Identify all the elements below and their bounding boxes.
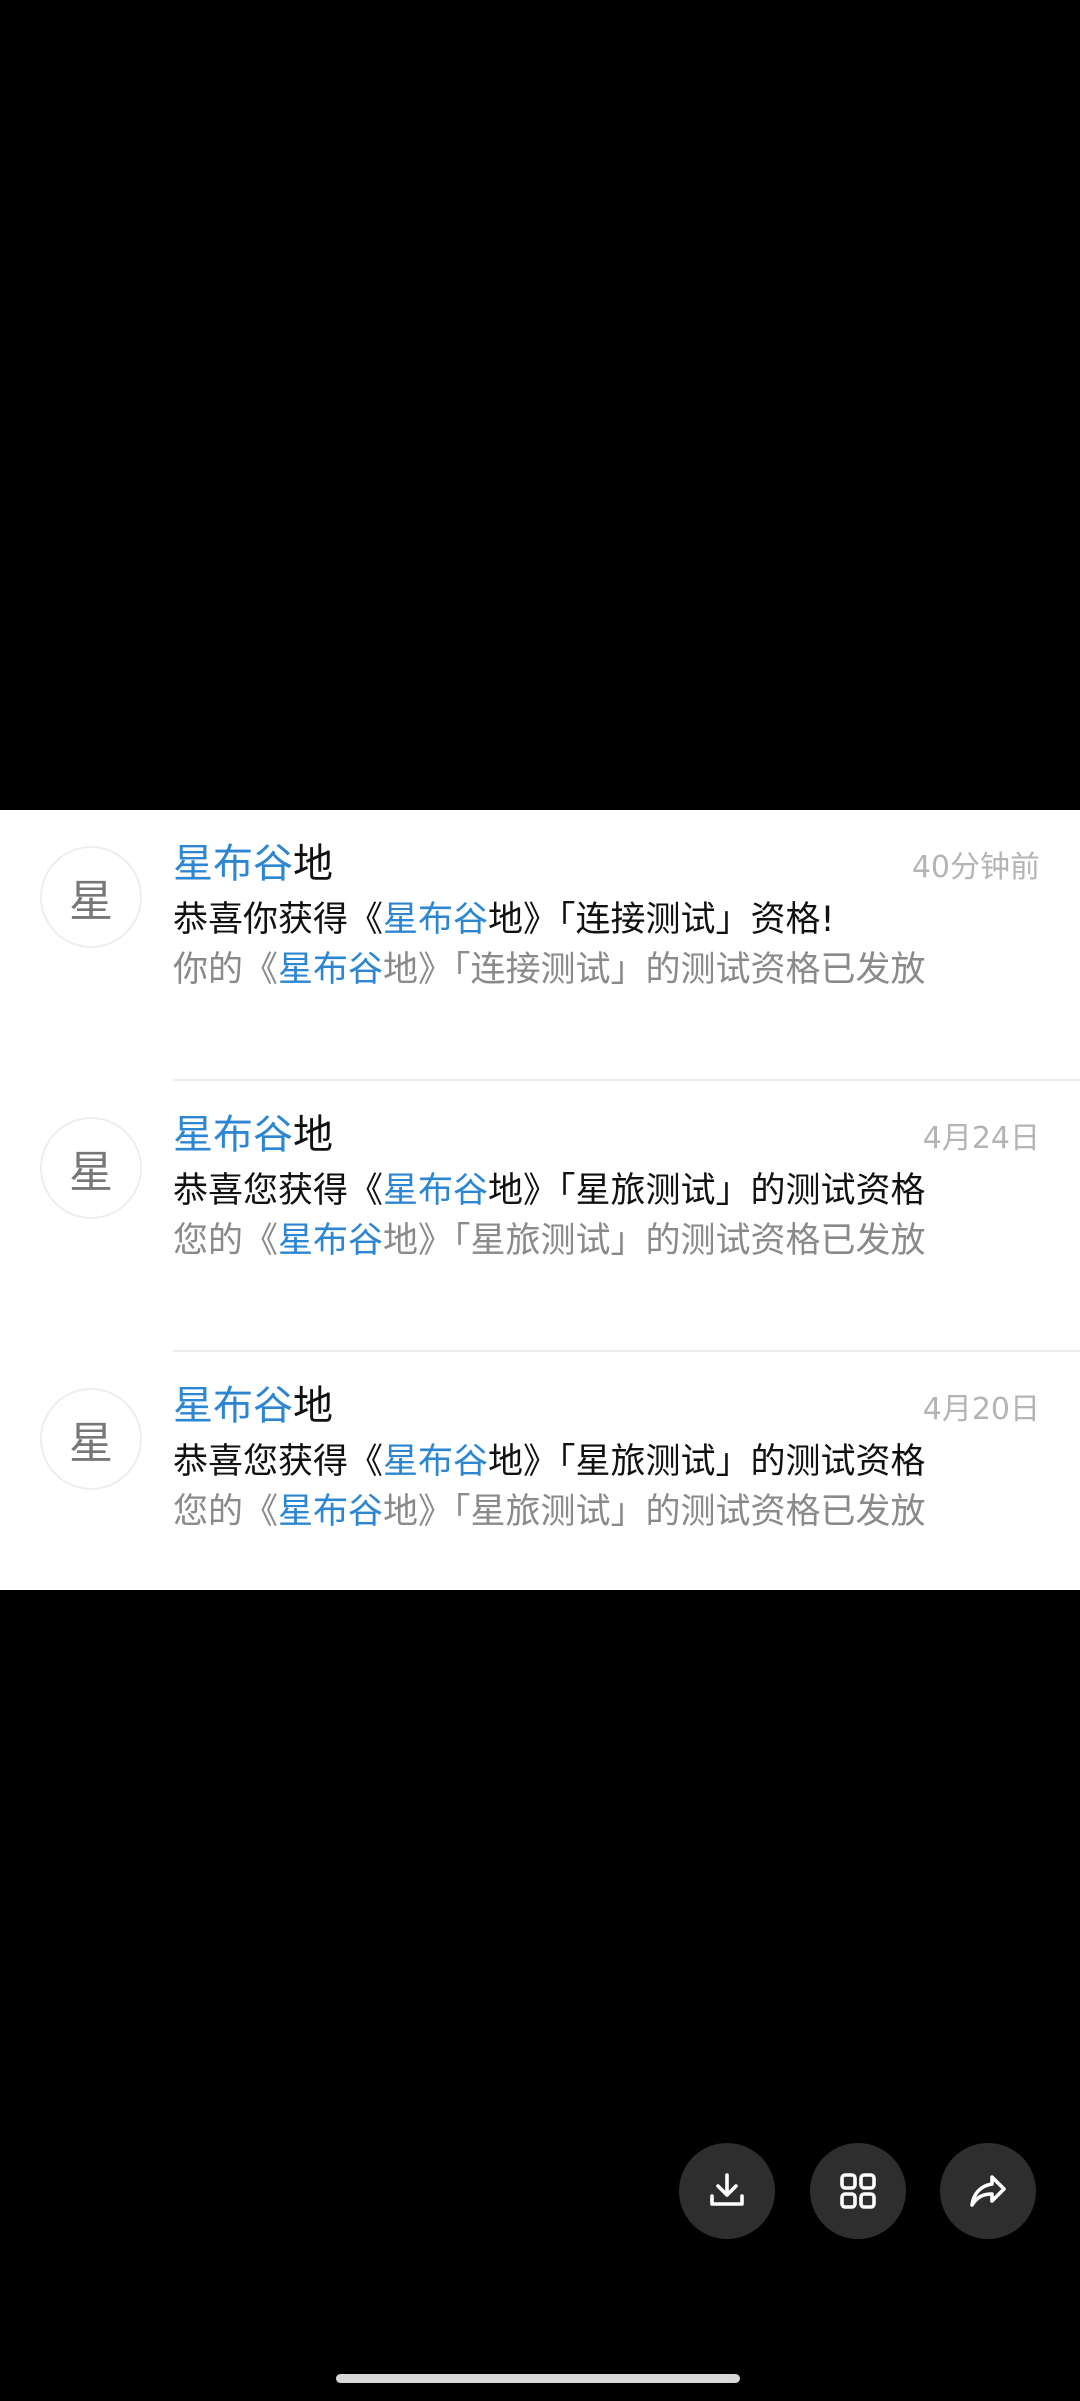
home-indicator[interactable]	[336, 2374, 740, 2383]
share-button[interactable]	[940, 2143, 1036, 2239]
grid-icon	[840, 2173, 876, 2209]
preview-highlight: 星布谷	[278, 1492, 384, 1532]
download-icon	[710, 2173, 744, 2206]
message-preview: 您的《星布谷地》「星旅测试」的测试资格已发放	[173, 1488, 926, 1536]
share-icon	[970, 2175, 1006, 2207]
message-title: 恭喜您获得《星布谷地》「星旅测试」的测试资格	[173, 1167, 926, 1215]
avatar: 星	[40, 846, 142, 948]
preview-suffix: 地》「星旅测试」的测试资格已发放	[383, 1492, 926, 1532]
message-item[interactable]: 星 星布谷地 4月24日 恭喜您获得《星布谷地》「星旅测试」的测试资格 您的《星…	[0, 1081, 1080, 1352]
preview-prefix: 您的《	[173, 1492, 279, 1532]
message-time: 4月24日	[922, 1121, 1040, 1156]
message-item[interactable]: 星 星布谷地 4月20日 恭喜您获得《星布谷地》「星旅测试」的测试资格 您的《星…	[0, 1352, 1080, 1623]
title-highlight: 星布谷	[383, 1442, 489, 1482]
preview-suffix: 地》「星旅测试」的测试资格已发放	[383, 1221, 926, 1261]
message-title: 恭喜您获得《星布谷地》「星旅测试」的测试资格	[173, 1438, 926, 1486]
sender-name: 星布谷地	[173, 838, 333, 890]
title-prefix: 恭喜您获得《	[173, 1442, 384, 1482]
title-prefix: 恭喜你获得《	[173, 900, 384, 940]
sender-name: 星布谷地	[173, 1380, 333, 1432]
message-item[interactable]: 星 星布谷地 40分钟前 恭喜你获得《星布谷地》「连接测试」资格! 你的《星布谷…	[0, 810, 1080, 1081]
title-highlight: 星布谷	[383, 900, 489, 940]
sender-name-rest: 地	[293, 1383, 333, 1429]
sender-name-rest: 地	[293, 841, 333, 887]
message-time: 40分钟前	[911, 850, 1040, 885]
preview-highlight: 星布谷	[278, 950, 384, 990]
download-button[interactable]	[679, 2143, 775, 2239]
preview-highlight: 星布谷	[278, 1221, 384, 1261]
message-preview: 你的《星布谷地》「连接测试」的测试资格已发放	[173, 946, 926, 994]
avatar: 星	[40, 1388, 142, 1490]
sender-name-rest: 地	[293, 1112, 333, 1158]
title-highlight: 星布谷	[383, 1171, 489, 1211]
sender-name-highlight: 星布谷	[173, 1112, 293, 1158]
title-suffix: 地》「连接测试」资格!	[488, 900, 835, 940]
title-suffix: 地》「星旅测试」的测试资格	[488, 1442, 926, 1482]
message-title: 恭喜你获得《星布谷地》「连接测试」资格!	[173, 896, 835, 944]
sender-name-highlight: 星布谷	[173, 1383, 293, 1429]
grid-button[interactable]	[810, 2143, 906, 2239]
message-time: 4月20日	[922, 1392, 1040, 1427]
sender-name-highlight: 星布谷	[173, 841, 293, 887]
title-prefix: 恭喜您获得《	[173, 1171, 384, 1211]
sender-name: 星布谷地	[173, 1109, 333, 1161]
preview-suffix: 地》「连接测试」的测试资格已发放	[383, 950, 926, 990]
preview-prefix: 您的《	[173, 1221, 279, 1261]
title-suffix: 地》「星旅测试」的测试资格	[488, 1171, 926, 1211]
message-list-screenshot: 星 星布谷地 40分钟前 恭喜你获得《星布谷地》「连接测试」资格! 你的《星布谷…	[0, 810, 1080, 1590]
avatar: 星	[40, 1117, 142, 1219]
message-preview: 您的《星布谷地》「星旅测试」的测试资格已发放	[173, 1217, 926, 1265]
preview-prefix: 你的《	[173, 950, 279, 990]
